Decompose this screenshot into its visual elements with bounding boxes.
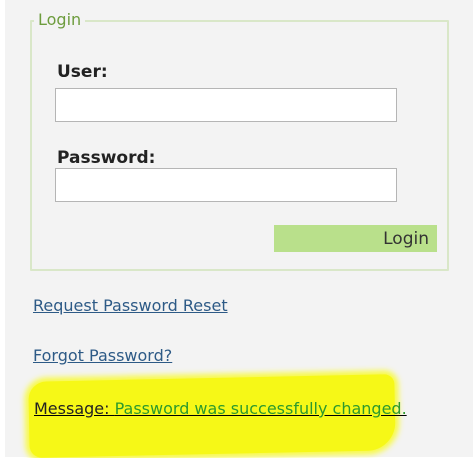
- password-input[interactable]: [55, 168, 397, 202]
- message-text: Password was successfully changed.: [114, 399, 407, 418]
- login-fieldset: Login User: Password: Login: [30, 10, 449, 271]
- login-panel: Login User: Password: Login Request Pass…: [5, 0, 473, 458]
- status-message: Message: Password was successfully chang…: [34, 396, 414, 421]
- user-input[interactable]: [55, 88, 397, 122]
- message-label: Message:: [34, 399, 110, 418]
- login-legend: Login: [34, 10, 86, 30]
- forgot-password-link[interactable]: Forgot Password?: [33, 346, 172, 365]
- user-label: User:: [57, 62, 108, 82]
- request-password-reset-link[interactable]: Request Password Reset: [33, 296, 228, 315]
- password-label: Password:: [57, 148, 156, 168]
- login-button[interactable]: Login: [274, 225, 437, 252]
